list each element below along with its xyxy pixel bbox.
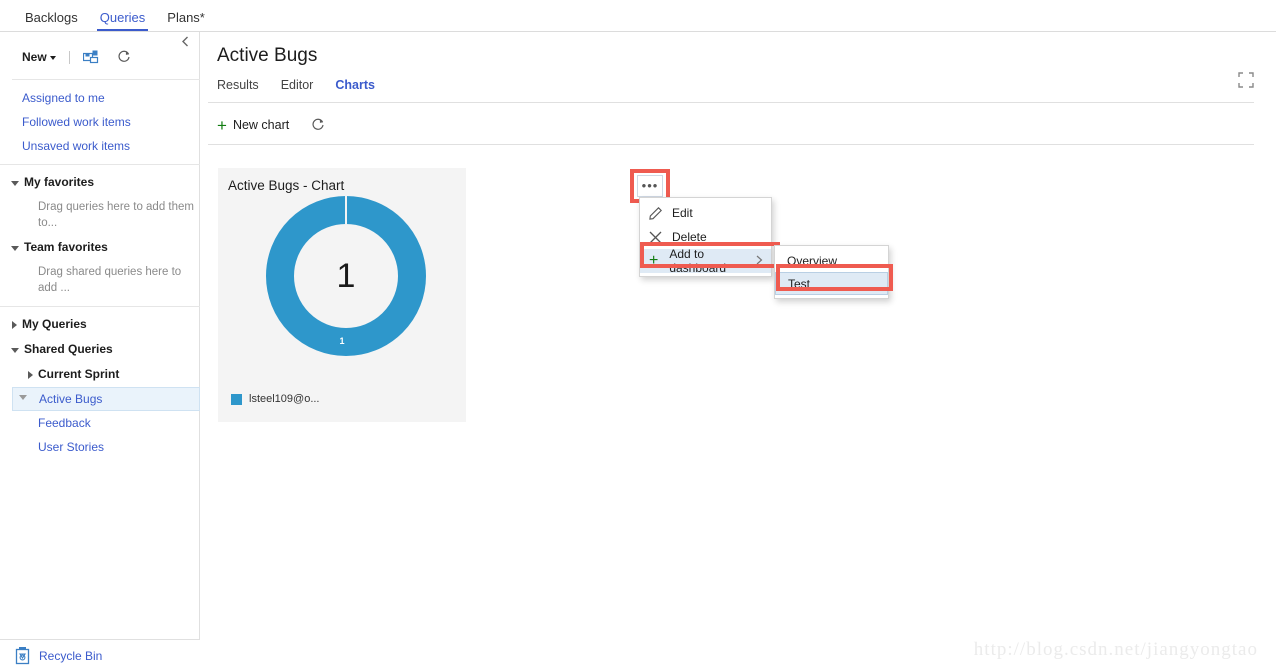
chart-legend: lsteel109@o... <box>231 393 320 405</box>
sidebar-toolbar: New <box>0 42 199 72</box>
my-favorites-hint: Drag queries here to add them to... <box>38 201 194 229</box>
submenu-item-test[interactable]: Test <box>775 272 888 295</box>
tab-charts[interactable]: Charts <box>335 77 375 93</box>
plus-icon: + <box>217 115 227 135</box>
context-menu-item-delete[interactable]: Delete <box>640 225 771 249</box>
dashboard-submenu: Overview Test <box>774 245 889 299</box>
chevron-left-icon <box>182 36 188 47</box>
pencil-icon <box>648 206 662 220</box>
sidebar-link-assigned-to-me[interactable]: Assigned to me <box>0 86 199 110</box>
sidebar: New Assigned to me Followed work items U… <box>0 32 200 671</box>
context-menu-item-add-to-dashboard-label: Add to dashboard <box>669 247 727 275</box>
triangle-down-icon <box>11 245 19 251</box>
legend-label-0: lsteel109@o... <box>249 393 320 405</box>
close-x-icon <box>648 231 662 244</box>
chevron-down-icon <box>49 56 56 60</box>
recycle-bin-button[interactable]: Recycle Bin <box>0 639 200 671</box>
sidebar-group-my-queries-label: My Queries <box>22 317 87 331</box>
context-menu-item-edit-label: Edit <box>672 206 693 220</box>
chart-context-menu: Edit Delete + Add to dashboard <box>639 197 772 277</box>
watermark: http://blog.csdn.net/jiangyongtao <box>973 639 1258 660</box>
sidebar-item-user-stories[interactable]: User Stories <box>0 435 199 459</box>
sidebar-item-active-bugs-label: Active Bugs <box>39 392 103 406</box>
fullscreen-button[interactable] <box>1238 72 1254 88</box>
context-menu-item-delete-label: Delete <box>672 230 707 244</box>
new-chart-button[interactable]: + New chart <box>217 115 290 135</box>
triangle-down-icon <box>11 347 19 353</box>
sidebar-collapse-chevron-left-icon[interactable] <box>177 36 193 52</box>
content-tabs: Results Editor Charts <box>200 68 1276 93</box>
sidebar-item-feedback[interactable]: Feedback <box>0 411 199 435</box>
toolbar-divider <box>68 50 70 64</box>
context-menu-item-add-to-dashboard[interactable]: + Add to dashboard <box>640 247 771 275</box>
save-query-icon <box>82 50 98 64</box>
sidebar-group-my-favorites[interactable]: My favorites <box>0 170 199 195</box>
chart-card[interactable]: Active Bugs - Chart 1 1 lsteel109@o... <box>218 168 466 422</box>
save-query-button[interactable] <box>82 50 99 64</box>
command-bar-divider <box>208 144 1254 145</box>
top-navigation: Backlogs Queries Plans* <box>0 0 1276 32</box>
new-chart-label: New chart <box>232 118 290 132</box>
topnav-item-queries[interactable]: Queries <box>89 11 157 31</box>
team-favorites-hint: Drag shared queries here to add ... <box>38 266 182 294</box>
context-menu-item-edit[interactable]: Edit <box>640 201 771 225</box>
topnav-item-backlogs[interactable]: Backlogs <box>14 11 89 31</box>
refresh-icon <box>312 118 324 130</box>
fullscreen-icon <box>1238 72 1254 88</box>
main-content: Active Bugs Results Editor Charts + New … <box>200 32 1276 671</box>
tab-editor[interactable]: Editor <box>281 77 314 93</box>
sidebar-group-shared-queries[interactable]: Shared Queries <box>0 337 199 362</box>
sidebar-item-active-bugs[interactable]: Active Bugs <box>12 387 200 411</box>
sidebar-group-team-favorites[interactable]: Team favorites <box>0 235 199 260</box>
donut-data-label-0: 1 <box>339 336 345 346</box>
sidebar-group-my-favorites-label: My favorites <box>24 175 95 189</box>
chart-card-title: Active Bugs - Chart <box>228 178 345 193</box>
sidebar-link-unsaved-work-items[interactable]: Unsaved work items <box>0 134 199 158</box>
sidebar-group-shared-queries-label: Shared Queries <box>24 342 113 356</box>
recycle-bin-icon <box>15 647 30 665</box>
new-query-button[interactable]: New <box>22 50 56 64</box>
triangle-down-icon <box>11 180 19 186</box>
triangle-down-icon <box>19 395 27 400</box>
sidebar-group-team-favorites-label: Team favorites <box>24 240 108 254</box>
submenu-item-overview[interactable]: Overview <box>775 249 888 272</box>
sidebar-link-followed-work-items[interactable]: Followed work items <box>0 110 199 134</box>
sidebar-separator-1 <box>0 164 200 165</box>
triangle-right-icon <box>28 370 33 379</box>
app-root: Backlogs Queries Plans* New Assigned to … <box>0 0 1276 671</box>
refresh-queries-button[interactable] <box>117 50 131 64</box>
donut-center-value: 1 <box>336 256 356 295</box>
sidebar-group-current-sprint-label: Current Sprint <box>38 367 120 381</box>
topnav-item-plans[interactable]: Plans* <box>156 11 216 31</box>
refresh-icon <box>118 50 130 62</box>
chevron-right-icon <box>756 255 763 268</box>
sidebar-separator-2 <box>0 306 200 307</box>
tab-results[interactable]: Results <box>217 77 259 93</box>
recycle-bin-label: Recycle Bin <box>39 648 103 663</box>
page-title: Active Bugs <box>217 45 318 66</box>
sidebar-group-current-sprint[interactable]: Current Sprint <box>0 362 199 387</box>
plus-icon: + <box>648 252 659 269</box>
command-bar: + New chart <box>200 103 1276 137</box>
triangle-right-icon <box>12 320 17 329</box>
toolbar-separator <box>12 79 200 80</box>
refresh-charts-button[interactable] <box>311 118 325 132</box>
legend-swatch-0 <box>231 393 242 405</box>
sidebar-group-my-queries[interactable]: My Queries <box>0 312 199 337</box>
donut-chart: 1 1 <box>218 196 466 386</box>
new-query-label: New <box>22 50 47 64</box>
